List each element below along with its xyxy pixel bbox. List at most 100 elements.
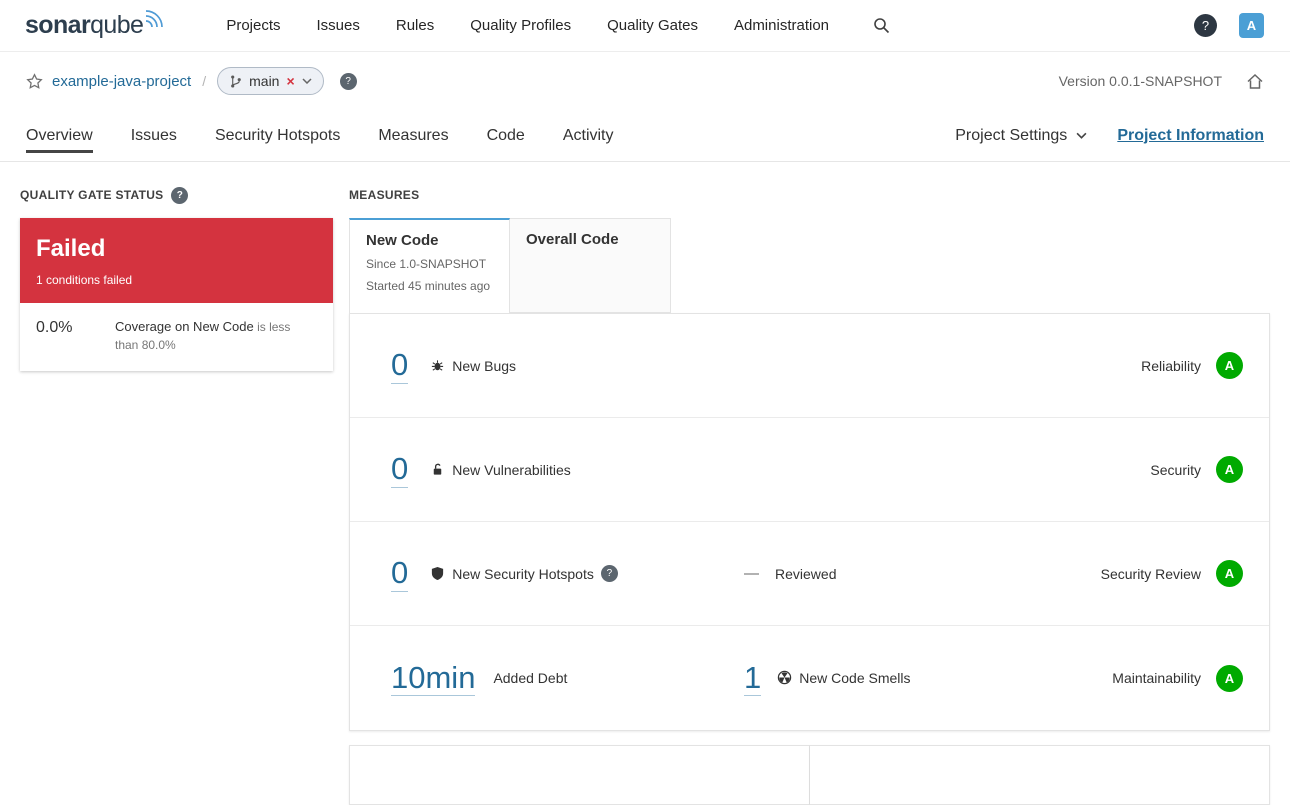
maintainability-label: Maintainability xyxy=(1112,670,1201,686)
condition-description: Coverage on New Code is less than 80.0% xyxy=(115,318,317,354)
new-bugs-meta: New Bugs xyxy=(430,358,516,374)
new-vulnerabilities-label: New Vulnerabilities xyxy=(452,461,571,478)
security-review-label: Security Review xyxy=(1100,565,1201,582)
duplications-panel-partial xyxy=(810,745,1270,805)
new-vulnerabilities-meta: New Vulnerabilities xyxy=(430,462,571,478)
nav-item-issues[interactable]: Issues xyxy=(317,17,360,34)
security-review-rating-group: Security Review A xyxy=(1101,560,1243,587)
code-smell-icon xyxy=(777,670,792,685)
home-icon[interactable] xyxy=(1246,73,1264,90)
tab-new-code[interactable]: New Code Since 1.0-SNAPSHOT Started 45 m… xyxy=(349,218,510,313)
search-icon xyxy=(873,17,890,34)
version-label: Version 0.0.1-SNAPSHOT xyxy=(1058,73,1222,89)
nav-item-projects[interactable]: Projects xyxy=(226,17,280,34)
user-avatar[interactable]: A xyxy=(1239,13,1264,38)
favorite-star-icon[interactable] xyxy=(26,72,43,90)
condition-metric: Coverage on New Code xyxy=(115,318,254,334)
new-code-smells-count[interactable]: 1 xyxy=(744,660,762,697)
hotspots-help-icon[interactable]: ? xyxy=(600,565,618,582)
measures-panel: 0 New Bugs Reliability A 0 New Vulnerabi… xyxy=(349,313,1270,731)
branch-icon xyxy=(229,74,242,89)
reviewed-label: Reviewed xyxy=(775,565,837,582)
breadcrumb-project-link[interactable]: example-java-project xyxy=(52,73,191,90)
top-navbar: sonarqube Projects Issues Rules Quality … xyxy=(0,0,1290,52)
condition-value[interactable]: 0.0% xyxy=(36,318,99,337)
added-debt-value[interactable]: 10min xyxy=(391,660,476,697)
new-code-since: Since 1.0-SNAPSHOT xyxy=(366,257,487,271)
reliability-label: Reliability xyxy=(1141,357,1201,374)
tab-activity[interactable]: Activity xyxy=(563,119,614,153)
project-settings-menu[interactable]: Project Settings xyxy=(955,127,1087,145)
reviewed-value: — xyxy=(744,565,759,582)
overview-content: QUALITY GATE STATUS ? Failed 1 condition… xyxy=(0,162,1290,805)
quality-gate-section: QUALITY GATE STATUS ? Failed 1 condition… xyxy=(20,182,333,372)
project-settings-label: Project Settings xyxy=(955,126,1068,144)
quality-gate-heading: QUALITY GATE STATUS ? xyxy=(20,186,333,204)
new-hotspots-count[interactable]: 0 xyxy=(391,555,409,592)
new-vulnerabilities-count[interactable]: 0 xyxy=(391,451,409,488)
help-button[interactable]: ? xyxy=(1194,14,1217,37)
new-hotspots-label: New Security Hotspots xyxy=(452,565,594,582)
new-code-smells-label: New Code Smells xyxy=(799,669,911,686)
new-bugs-count[interactable]: 0 xyxy=(391,347,409,384)
chevron-down-icon xyxy=(302,78,312,84)
quality-gate-conditions-summary: 1 conditions failed xyxy=(36,272,133,287)
new-code-tab-label: New Code xyxy=(366,232,439,249)
added-debt-label: Added Debt xyxy=(493,670,568,686)
added-debt-meta: Added Debt xyxy=(493,670,567,686)
measures-tabs: New Code Since 1.0-SNAPSHOT Started 45 m… xyxy=(349,218,1270,313)
code-smells-group: 1 New Code Smells xyxy=(744,660,911,697)
chevron-down-icon xyxy=(1076,132,1087,139)
tab-measures[interactable]: Measures xyxy=(378,119,448,153)
breadcrumb-bar: example-java-project / main × ? Version … xyxy=(0,52,1290,110)
maintainability-rating-group: Maintainability A xyxy=(1112,664,1243,692)
quality-gate-condition-row[interactable]: 0.0% Coverage on New Code is less than 8… xyxy=(20,303,333,371)
code-smells-meta: New Code Smells xyxy=(777,669,911,686)
quality-gate-failed-icon: × xyxy=(286,73,295,89)
nav-item-rules[interactable]: Rules xyxy=(396,17,434,34)
security-rating-badge: A xyxy=(1216,456,1243,483)
hotspots-reviewed-group: — Reviewed xyxy=(744,565,836,582)
nav-item-quality-gates[interactable]: Quality Gates xyxy=(607,17,698,34)
measures-section: MEASURES New Code Since 1.0-SNAPSHOT Sta… xyxy=(349,182,1270,805)
quality-gate-status-banner: Failed 1 conditions failed xyxy=(20,218,333,303)
overall-code-tab-label: Overall Code xyxy=(526,231,619,248)
tabbar-right: Project Settings Project Information xyxy=(955,127,1264,145)
project-information-link[interactable]: Project Information xyxy=(1117,127,1264,145)
new-code-started: Started 45 minutes ago xyxy=(366,279,491,293)
measure-row-bugs: 0 New Bugs Reliability A xyxy=(350,314,1269,418)
tab-security-hotspots[interactable]: Security Hotspots xyxy=(215,119,340,153)
sonarqube-logo[interactable]: sonarqube xyxy=(25,10,166,38)
tab-overview[interactable]: Overview xyxy=(26,119,93,153)
measure-row-vulnerabilities: 0 New Vulnerabilities Security A xyxy=(350,418,1269,522)
shield-icon xyxy=(430,566,445,581)
main-navigation: Projects Issues Rules Quality Profiles Q… xyxy=(226,17,829,34)
measure-row-maintainability: 10min Added Debt 1 New Code Smells Maint… xyxy=(350,626,1269,730)
maintainability-rating-badge: A xyxy=(1216,664,1243,692)
tab-issues[interactable]: Issues xyxy=(131,119,177,153)
branch-selector[interactable]: main × xyxy=(217,67,324,95)
navbar-right: ? A xyxy=(1194,13,1264,38)
measures-title: MEASURES xyxy=(349,188,420,202)
nav-item-quality-profiles[interactable]: Quality Profiles xyxy=(470,17,571,34)
measure-row-hotspots: 0 New Security Hotspots ? — Reviewed Sec… xyxy=(350,522,1269,626)
next-section-panels xyxy=(349,745,1270,805)
branch-name: main xyxy=(249,73,280,89)
tab-overall-code[interactable]: Overall Code xyxy=(510,218,671,313)
quality-gate-title: QUALITY GATE STATUS xyxy=(20,188,164,202)
nav-item-administration[interactable]: Administration xyxy=(734,17,829,34)
quality-gate-status: Failed xyxy=(36,235,106,262)
coverage-panel-partial xyxy=(349,745,810,805)
new-hotspots-meta: New Security Hotspots ? xyxy=(430,565,618,582)
quality-gate-card: Failed 1 conditions failed 0.0% Coverage… xyxy=(20,218,333,372)
tab-code[interactable]: Code xyxy=(487,119,525,153)
logo-swoosh-icon xyxy=(146,9,166,27)
open-lock-icon xyxy=(430,462,445,477)
quality-gate-help-icon[interactable]: ? xyxy=(171,186,189,204)
project-tabbar: Overview Issues Security Hotspots Measur… xyxy=(0,110,1290,162)
measures-heading: MEASURES xyxy=(349,186,1270,204)
search-button[interactable] xyxy=(869,13,894,38)
breadcrumb-separator: / xyxy=(202,73,207,89)
bug-icon xyxy=(430,358,445,373)
branch-help-button[interactable]: ? xyxy=(339,72,357,90)
